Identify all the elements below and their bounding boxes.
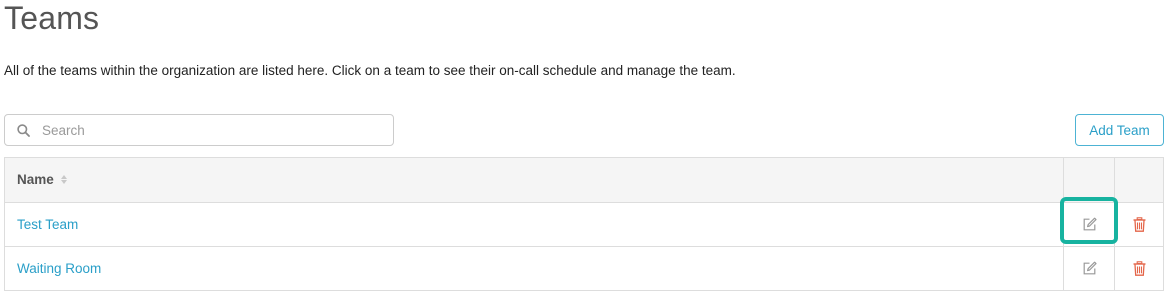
- edit-column-header: [1063, 157, 1115, 203]
- add-team-button[interactable]: Add Team: [1075, 114, 1164, 146]
- search-box[interactable]: [4, 114, 394, 146]
- edit-icon[interactable]: [1082, 261, 1097, 276]
- sort-icon[interactable]: [60, 175, 67, 184]
- team-name-cell: Test Team: [4, 202, 1064, 247]
- delete-cell: [1114, 246, 1164, 291]
- name-column-label: Name: [17, 172, 54, 187]
- trash-icon[interactable]: [1133, 217, 1146, 232]
- table-header-row: Name: [4, 157, 1164, 203]
- name-column-header[interactable]: Name: [4, 157, 1064, 203]
- search-icon: [16, 123, 30, 137]
- table-row[interactable]: Waiting Room: [4, 246, 1164, 291]
- trash-icon[interactable]: [1133, 261, 1146, 276]
- page-description: All of the teams within the organization…: [4, 63, 736, 78]
- delete-cell: [1114, 202, 1164, 247]
- page-title: Teams: [4, 0, 100, 36]
- edit-cell: [1063, 202, 1115, 247]
- edit-icon[interactable]: [1082, 217, 1097, 232]
- table-row[interactable]: Test Team: [4, 202, 1164, 247]
- search-input[interactable]: [42, 116, 372, 144]
- delete-column-header: [1114, 157, 1164, 203]
- team-link[interactable]: Test Team: [17, 217, 78, 232]
- team-name-cell: Waiting Room: [4, 246, 1064, 291]
- team-link[interactable]: Waiting Room: [17, 261, 101, 276]
- teams-table: Name Test Team Waiting Room: [4, 157, 1164, 291]
- edit-cell: [1063, 246, 1115, 291]
